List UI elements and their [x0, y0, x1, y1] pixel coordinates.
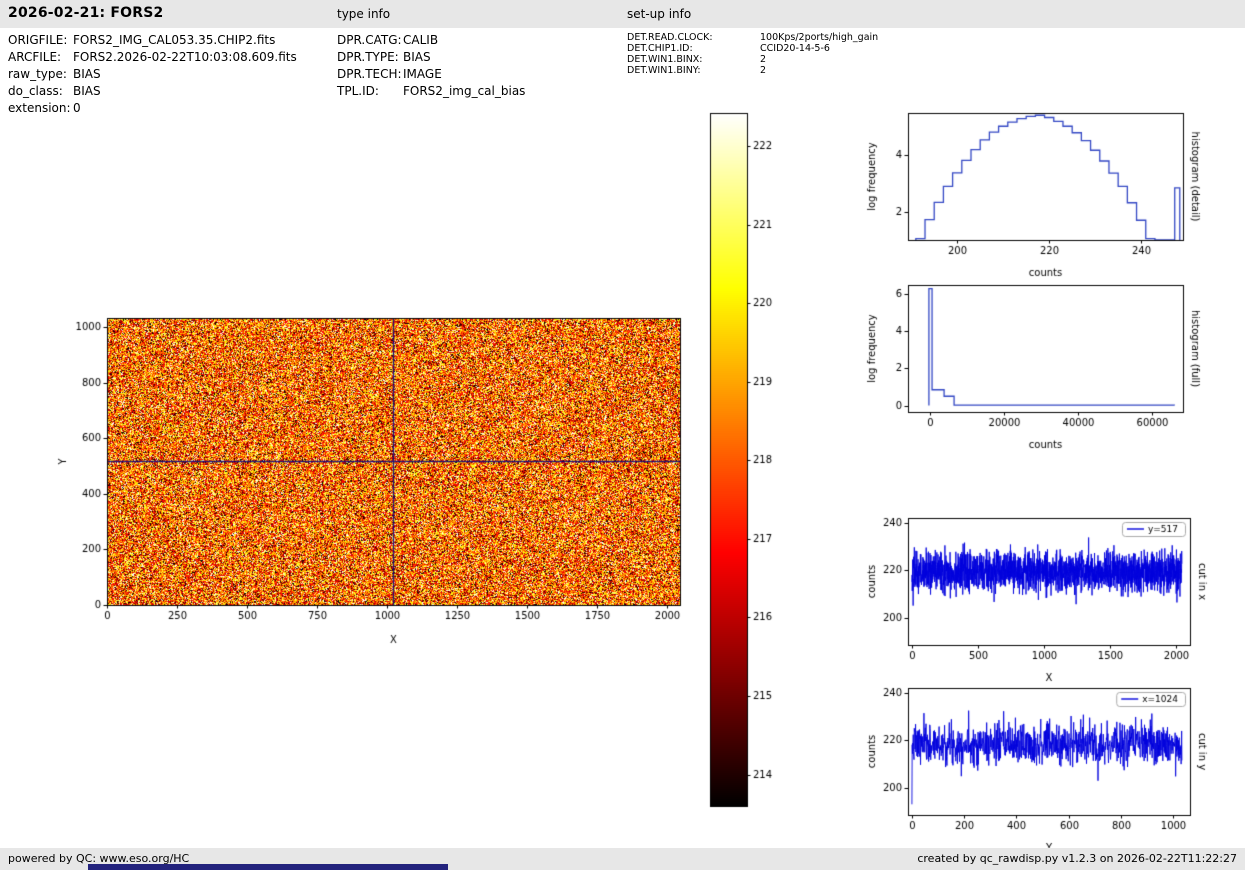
info-value: FORS2_img_cal_bias — [403, 84, 526, 98]
info-label: DET.WIN1.BINX: — [627, 54, 703, 65]
info-value: 0 — [73, 101, 81, 115]
info-value: 100Kps/2ports/high_gain — [760, 32, 879, 43]
histogram-detail-plot — [855, 98, 1245, 288]
info-row: DET.WIN1.BINY: 2 — [627, 66, 878, 76]
info-value: CALIB — [403, 33, 439, 47]
info-row: DPR.TYPE: BIAS — [337, 51, 525, 64]
info-value: BIAS — [73, 84, 101, 98]
file-info-block: ORIGFILE: FORS2_IMG_CAL053.35.CHIP2.fits A… — [8, 34, 297, 115]
info-label: DPR.TYPE: — [337, 50, 399, 64]
qc-report-page: 2026-02-21: FORS2 type info set-up info … — [0, 0, 1245, 870]
type-info-heading: type info — [337, 7, 391, 21]
footer-created-by: created by qc_rawdisp.py v1.2.3 on 2026-… — [917, 852, 1237, 865]
info-row: raw_type: BIAS — [8, 68, 297, 81]
info-label: DET.WIN1.BINY: — [627, 65, 701, 76]
info-row: DPR.CATG: CALIB — [337, 34, 525, 47]
info-label: DPR.CATG: — [337, 33, 402, 47]
info-label: DET.READ.CLOCK: — [627, 32, 713, 43]
setup-info-heading: set-up info — [627, 7, 692, 21]
info-label: TPL.ID: — [337, 84, 379, 98]
info-label: DET.CHIP1.ID: — [627, 43, 693, 54]
info-row: ARCFILE: FORS2.2026-02-22T10:03:08.609.fi… — [8, 51, 297, 64]
info-label: ORIGFILE: — [8, 33, 68, 47]
info-value: 2 — [760, 54, 767, 65]
info-label: do_class: — [8, 84, 63, 98]
colorbar — [695, 98, 800, 823]
info-value: IMAGE — [403, 67, 442, 81]
info-value: FORS2_IMG_CAL053.35.CHIP2.fits — [73, 33, 276, 47]
info-label: extension: — [8, 101, 71, 115]
cut-in-x-plot — [855, 503, 1245, 688]
info-row: do_class: BIAS — [8, 85, 297, 98]
info-row: ORIGFILE: FORS2_IMG_CAL053.35.CHIP2.fits — [8, 34, 297, 47]
info-label: DPR.TECH: — [337, 67, 402, 81]
info-value: 2 — [760, 65, 767, 76]
page-title: 2026-02-21: FORS2 — [8, 5, 164, 21]
info-row: TPL.ID: FORS2_img_cal_bias — [337, 85, 525, 98]
info-row: DET.WIN1.BINX: 2 — [627, 55, 878, 65]
setup-info-block: DET.READ.CLOCK: 100Kps/2ports/high_gain DE… — [627, 33, 878, 76]
bottom-dark-strip — [88, 864, 448, 870]
info-value: BIAS — [73, 67, 101, 81]
top-header-bar: 2026-02-21: FORS2 type info set-up info — [0, 0, 1245, 28]
info-row: DET.READ.CLOCK: 100Kps/2ports/high_gain — [627, 33, 878, 43]
info-value: BIAS — [403, 50, 431, 64]
info-value: CCID20-14-5-6 — [760, 43, 830, 54]
info-label: raw_type: — [8, 67, 67, 81]
bias-image-plot — [40, 296, 700, 661]
info-row: DET.CHIP1.ID: CCID20-14-5-6 — [627, 44, 878, 54]
cut-in-y-plot — [855, 673, 1245, 858]
info-value: FORS2.2026-02-22T10:03:08.609.fits — [73, 50, 297, 64]
type-info-block: DPR.CATG: CALIB DPR.TYPE: BIAS DPR.TECH: IMAG… — [337, 34, 525, 98]
info-row: extension: 0 — [8, 102, 297, 115]
info-label: ARCFILE: — [8, 50, 62, 64]
info-row: DPR.TECH: IMAGE — [337, 68, 525, 81]
histogram-full-plot — [855, 270, 1245, 460]
